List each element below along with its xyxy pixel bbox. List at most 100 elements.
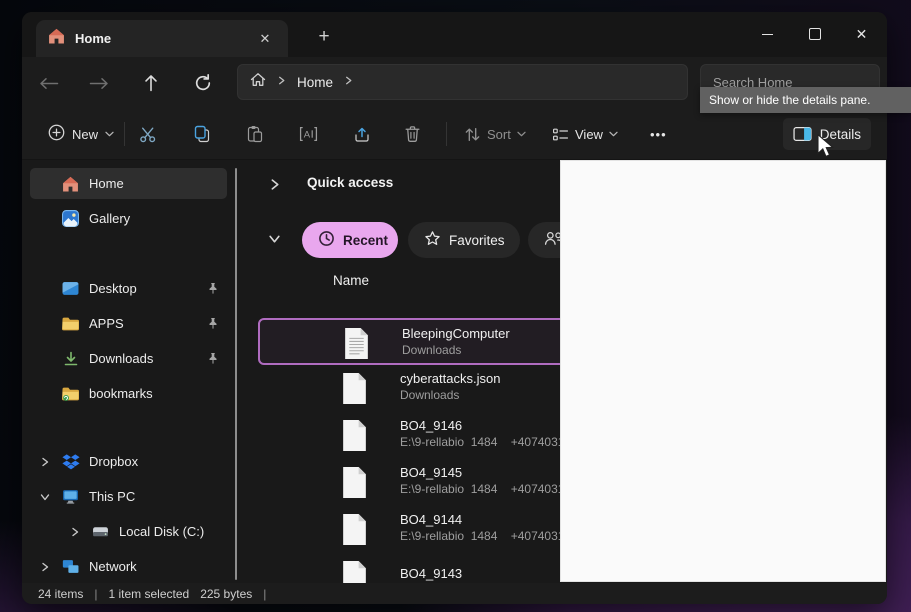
document-icon	[341, 513, 368, 551]
rename-button[interactable]: A	[292, 118, 324, 150]
file-detail: Downloads	[402, 342, 510, 359]
back-button[interactable]	[34, 68, 64, 98]
clock-icon	[318, 230, 335, 250]
close-button[interactable]: ✕	[838, 12, 885, 56]
pin-icon[interactable]	[207, 282, 219, 295]
chevron-down-icon	[105, 131, 114, 137]
tree-chevron-right-icon[interactable]	[38, 456, 52, 468]
dropbox-icon	[61, 454, 80, 470]
share-icon	[353, 125, 371, 143]
pill-label: Favorites	[449, 233, 505, 248]
details-tooltip: Show or hide the details pane.	[700, 87, 911, 113]
tree-chevron-right-icon[interactable]	[68, 526, 82, 538]
file-name: BO4_9145	[400, 464, 564, 481]
rename-icon: A	[299, 126, 318, 142]
sidebar-item-gallery[interactable]: Gallery	[30, 203, 227, 234]
sidebar-item-downloads[interactable]: Downloads	[30, 343, 227, 374]
tree-chevron-down-icon[interactable]	[38, 491, 52, 503]
breadcrumb-separator-icon	[343, 73, 354, 91]
copy-button[interactable]	[186, 118, 218, 150]
up-button[interactable]	[136, 68, 166, 98]
navigation-sidebar: Home Gallery Desktop APPS	[22, 160, 237, 583]
chevron-down-icon	[517, 131, 526, 137]
file-name: BleepingComputer	[402, 325, 510, 342]
refresh-icon	[194, 74, 212, 92]
quick-access-header[interactable]: Quick access	[307, 175, 393, 190]
new-tab-button[interactable]: +	[310, 23, 338, 51]
view-button[interactable]: View	[544, 118, 626, 150]
explorer-body: Home Gallery Desktop APPS	[22, 160, 887, 583]
quick-access-chevron-icon[interactable]	[268, 178, 281, 196]
new-button[interactable]: New	[38, 118, 124, 150]
disk-icon	[91, 525, 110, 538]
toolbar-divider	[446, 122, 447, 146]
sidebar-item-this-pc[interactable]: This PC	[30, 481, 227, 512]
minimize-icon	[762, 34, 773, 35]
view-list-icon	[552, 127, 569, 142]
sidebar-item-label: bookmarks	[89, 386, 153, 401]
sidebar-item-label: Gallery	[89, 211, 130, 226]
pin-icon[interactable]	[207, 352, 219, 365]
forward-button[interactable]	[84, 68, 114, 98]
forward-arrow-icon	[89, 77, 109, 90]
column-header-name[interactable]: Name	[333, 273, 369, 288]
file-detail: Downloads	[400, 387, 500, 404]
file-detail: E:\9-rellabio 1484 +4074031	[400, 528, 564, 545]
sidebar-item-network[interactable]: Network	[30, 551, 227, 582]
sidebar-scrollbar[interactable]	[235, 168, 237, 580]
sidebar-item-desktop[interactable]: Desktop	[30, 273, 227, 304]
sidebar-item-home[interactable]: Home	[30, 168, 227, 199]
items-count: 24 items	[38, 587, 83, 601]
pill-recent[interactable]: Recent	[302, 222, 398, 258]
recent-section-chevron-icon[interactable]	[268, 232, 281, 250]
sidebar-item-label: Dropbox	[89, 454, 138, 469]
sort-button-label: Sort	[487, 127, 511, 142]
window-controls: ✕	[744, 12, 885, 56]
address-bar[interactable]: Home	[237, 64, 688, 100]
new-button-label: New	[72, 127, 98, 142]
details-pane-blank	[560, 160, 886, 582]
document-icon	[341, 466, 368, 504]
status-divider: |	[263, 587, 266, 601]
sidebar-section-gap	[22, 238, 237, 273]
document-icon	[341, 372, 368, 410]
minimize-button[interactable]	[744, 12, 791, 56]
paste-button[interactable]	[239, 118, 271, 150]
tree-chevron-right-icon[interactable]	[38, 561, 52, 573]
sidebar-item-local-disk-c[interactable]: Local Disk (C:)	[30, 516, 227, 547]
paste-icon	[246, 125, 264, 143]
breadcrumb-item[interactable]: Home	[297, 75, 333, 90]
maximize-button[interactable]	[791, 12, 838, 56]
pin-icon[interactable]	[207, 317, 219, 330]
back-arrow-icon	[39, 77, 59, 90]
sidebar-item-bookmarks[interactable]: bookmarks	[30, 378, 227, 409]
up-arrow-icon	[144, 74, 158, 92]
sidebar-item-dropbox[interactable]: Dropbox	[30, 446, 227, 477]
scissors-icon	[139, 125, 158, 144]
home-icon	[61, 176, 80, 192]
tab-close-button[interactable]: ✕	[254, 28, 276, 50]
plus-circle-icon	[48, 124, 65, 144]
tab-home[interactable]: Home ✕	[36, 20, 288, 57]
sidebar-item-label: Home	[89, 176, 124, 191]
pill-favorites[interactable]: Favorites	[408, 222, 520, 258]
delete-button[interactable]	[396, 118, 428, 150]
sidebar-section-gap	[22, 413, 237, 446]
sort-button[interactable]: Sort	[456, 118, 534, 150]
sort-arrows-icon	[464, 127, 481, 142]
file-name: BO4_9144	[400, 511, 564, 528]
this-pc-icon	[61, 489, 80, 504]
sidebar-item-label: This PC	[89, 489, 135, 504]
share-button[interactable]	[346, 118, 378, 150]
cut-button[interactable]	[132, 118, 164, 150]
status-bar: 24 items | 1 item selected 225 bytes |	[22, 583, 887, 604]
more-button[interactable]: •••	[642, 118, 675, 150]
refresh-button[interactable]	[188, 68, 218, 98]
desktop-icon	[61, 281, 80, 296]
network-icon	[61, 559, 80, 574]
file-name: BO4_9146	[400, 417, 564, 434]
copy-icon	[193, 125, 211, 143]
sidebar-item-label: APPS	[89, 316, 124, 331]
view-button-label: View	[575, 127, 603, 142]
sidebar-item-apps[interactable]: APPS	[30, 308, 227, 339]
